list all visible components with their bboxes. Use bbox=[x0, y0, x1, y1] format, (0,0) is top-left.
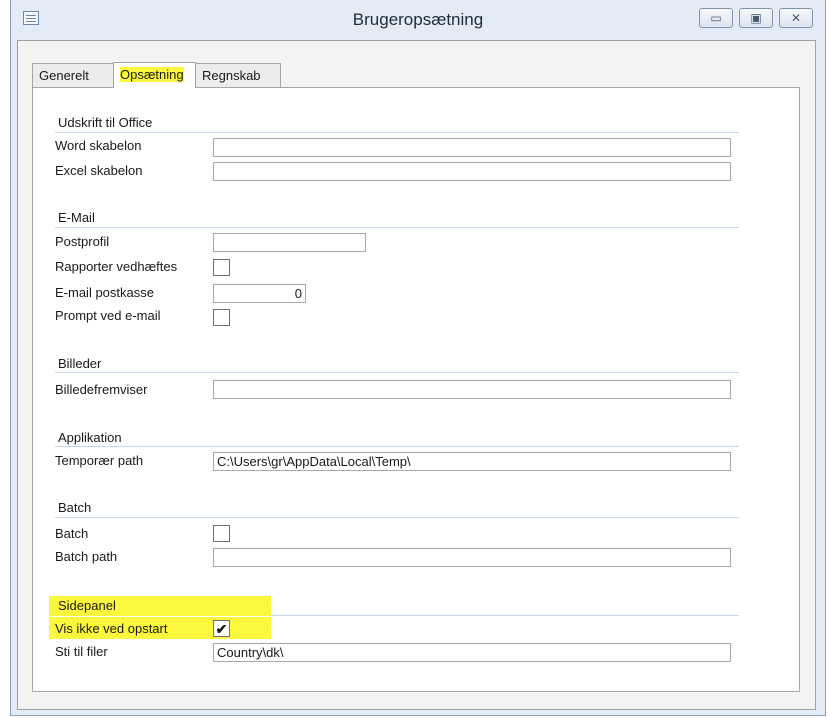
minimize-icon: ▭ bbox=[710, 11, 722, 25]
section-title-sidepanel: Sidepanel bbox=[58, 598, 116, 613]
checkmark-icon: ✔ bbox=[215, 620, 228, 637]
section-divider bbox=[55, 227, 739, 228]
tab-label: Regnskab bbox=[202, 68, 261, 83]
word-template-field[interactable] bbox=[213, 138, 731, 157]
billedefremviser-field[interactable] bbox=[213, 380, 731, 399]
section-title-batch: Batch bbox=[58, 500, 92, 515]
section-title-billeder: Billeder bbox=[58, 356, 102, 371]
postprofil-label: Postprofil bbox=[55, 234, 110, 249]
tab-opsaetning[interactable]: Opsætning bbox=[113, 62, 196, 88]
close-button[interactable]: ✕ bbox=[779, 8, 813, 28]
email-postkasse-label: E-mail postkasse bbox=[55, 285, 154, 300]
batch-checkbox[interactable] bbox=[213, 525, 230, 542]
tab-label: Generelt bbox=[39, 68, 89, 83]
rapporter-vedhaeftes-checkbox[interactable] bbox=[213, 259, 230, 276]
sti-til-filer-label: Sti til filer bbox=[55, 644, 108, 659]
section-title-applikation: Applikation bbox=[58, 430, 122, 445]
close-icon: ✕ bbox=[790, 11, 802, 25]
tab-panel-opsaetning: Udskrift til Office Word skabelon Excel … bbox=[32, 87, 800, 692]
section-divider bbox=[55, 372, 739, 373]
postprofil-field[interactable] bbox=[213, 233, 366, 252]
vis-ikke-ved-opstart-checkbox[interactable]: ✔ bbox=[213, 620, 230, 637]
batch-path-field[interactable] bbox=[213, 548, 731, 567]
rapporter-vedhaeftes-label: Rapporter vedhæftes bbox=[55, 259, 178, 274]
batch-label: Batch bbox=[55, 526, 89, 541]
maximize-button[interactable]: ▣ bbox=[739, 8, 773, 28]
section-divider bbox=[55, 446, 739, 447]
section-divider bbox=[55, 132, 739, 133]
minimize-button[interactable]: ▭ bbox=[699, 8, 733, 28]
section-divider bbox=[271, 615, 739, 616]
app-window: Brugeropsætning ▭ ▣ ✕ Generelt Opsætning… bbox=[10, 0, 826, 716]
maximize-icon: ▣ bbox=[750, 11, 762, 25]
excel-template-field[interactable] bbox=[213, 162, 731, 181]
temp-path-label: Temporær path bbox=[55, 453, 144, 468]
vis-ikke-ved-opstart-label: Vis ikke ved opstart bbox=[55, 621, 168, 636]
sti-til-filer-field[interactable]: Country\dk\ bbox=[213, 643, 731, 662]
tab-label: Opsætning bbox=[120, 67, 184, 82]
word-template-label: Word skabelon bbox=[55, 138, 142, 153]
batch-path-label: Batch path bbox=[55, 549, 118, 564]
client-area: Generelt Opsætning Regnskab Udskrift til… bbox=[17, 40, 816, 710]
prompt-email-label: Prompt ved e-mail bbox=[55, 308, 161, 323]
section-title-office: Udskrift til Office bbox=[58, 115, 153, 130]
section-divider bbox=[55, 517, 739, 518]
excel-template-label: Excel skabelon bbox=[55, 163, 143, 178]
tab-generelt[interactable]: Generelt bbox=[32, 63, 114, 87]
prompt-email-checkbox[interactable] bbox=[213, 309, 230, 326]
section-title-email: E-Mail bbox=[58, 210, 95, 225]
email-postkasse-field[interactable]: 0 bbox=[213, 284, 306, 303]
title-bar[interactable]: Brugeropsætning ▭ ▣ ✕ bbox=[11, 0, 825, 38]
tab-regnskab[interactable]: Regnskab bbox=[195, 63, 281, 87]
temp-path-field[interactable]: C:\Users\gr\AppData\Local\Temp\ bbox=[213, 452, 731, 471]
billedefremviser-label: Billedefremviser bbox=[55, 382, 148, 397]
